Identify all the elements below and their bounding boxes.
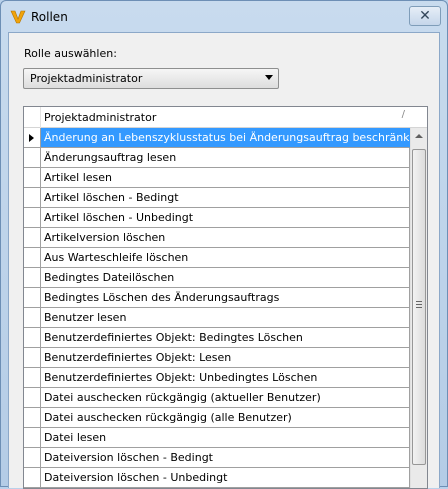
scroll-up-button[interactable]	[411, 128, 427, 145]
role-select-label: Rolle auswählen:	[24, 47, 117, 60]
table-row[interactable]: Artikel lesen	[24, 168, 410, 188]
thumb-grip-icon	[416, 307, 422, 308]
roles-dialog: Rollen ✕ Rolle auswählen: Projektadminis…	[0, 0, 448, 489]
table-row[interactable]: Benutzerdefiniertes Objekt: Unbedingtes …	[24, 368, 410, 388]
chevron-down-icon[interactable]	[265, 75, 273, 80]
table-row[interactable]: Artikel löschen - Unbedingt	[24, 208, 410, 228]
role-dropdown[interactable]: Projektadministrator	[23, 68, 279, 89]
row-selector[interactable]	[24, 148, 41, 168]
close-button[interactable]: ✕	[409, 6, 441, 26]
permission-cell[interactable]: Aus Warteschleife löschen	[41, 248, 410, 268]
row-selector[interactable]	[24, 328, 41, 348]
grid-rows: Änderung an Lebenszyklusstatus bei Änder…	[24, 128, 410, 488]
table-row[interactable]: Datei auschecken rückgängig (alle Benutz…	[24, 408, 410, 428]
thumb-grip-icon	[416, 301, 422, 302]
vault-logo-icon	[10, 10, 26, 24]
dialog-body: Rolle auswählen: Projektadministrator Pr…	[8, 32, 440, 489]
table-row[interactable]: Änderungsauftrag lesen	[24, 148, 410, 168]
row-selector[interactable]	[24, 228, 41, 248]
row-selector[interactable]	[24, 448, 41, 468]
window-title: Rollen	[31, 10, 68, 24]
table-row[interactable]: Artikelversion löschen	[24, 228, 410, 248]
table-row[interactable]: Datei lesen	[24, 428, 410, 448]
sort-icon: /	[401, 109, 405, 120]
permission-cell[interactable]: Bedingtes Dateilöschen	[41, 268, 410, 288]
permission-cell[interactable]: Benutzer lesen	[41, 308, 410, 328]
column-header-role[interactable]: Projektadministrator /	[41, 107, 411, 128]
row-selector[interactable]	[24, 168, 41, 188]
permission-cell[interactable]: Artikel lesen	[41, 168, 410, 188]
current-row-arrow-icon	[29, 134, 34, 142]
row-selector[interactable]	[24, 288, 41, 308]
row-selector[interactable]	[24, 408, 41, 428]
title-bar[interactable]: Rollen ✕	[1, 1, 447, 33]
row-selector[interactable]	[24, 348, 41, 368]
column-header-label: Projektadministrator	[44, 111, 157, 124]
table-row[interactable]: Aus Warteschleife löschen	[24, 248, 410, 268]
row-selector[interactable]	[24, 308, 41, 328]
table-row[interactable]: Benutzer lesen	[24, 308, 410, 328]
row-selector[interactable]	[24, 468, 41, 488]
row-selector[interactable]	[24, 368, 41, 388]
vertical-scrollbar[interactable]	[410, 128, 427, 488]
table-row[interactable]: Datei auschecken rückgängig (aktueller B…	[24, 388, 410, 408]
table-row[interactable]: Artikel löschen - Bedingt	[24, 188, 410, 208]
permission-cell[interactable]: Artikelversion löschen	[41, 228, 410, 248]
scrollbar-thumb[interactable]	[412, 149, 426, 465]
table-row[interactable]: Dateiversion löschen - Unbedingt	[24, 468, 410, 488]
row-selector[interactable]	[24, 428, 41, 448]
permission-cell[interactable]: Dateiversion löschen - Unbedingt	[41, 468, 410, 488]
permission-cell[interactable]: Datei auschecken rückgängig (alle Benutz…	[41, 408, 410, 428]
permission-cell[interactable]: Artikel löschen - Unbedingt	[41, 208, 410, 228]
grid-header: Projektadministrator /	[24, 107, 427, 128]
row-selector[interactable]	[24, 268, 41, 288]
permission-cell[interactable]: Artikel löschen - Bedingt	[41, 188, 410, 208]
row-selector[interactable]	[24, 388, 41, 408]
permission-cell[interactable]: Benutzerdefiniertes Objekt: Unbedingtes …	[41, 368, 410, 388]
permission-cell[interactable]: Bedingtes Löschen des Änderungsauftrags	[41, 288, 410, 308]
permission-cell[interactable]: Dateiversion löschen - Bedingt	[41, 448, 410, 468]
thumb-grip-icon	[416, 304, 422, 305]
role-dropdown-value: Projektadministrator	[30, 72, 143, 85]
row-selector[interactable]	[24, 248, 41, 268]
permission-cell[interactable]: Änderung an Lebenszyklusstatus bei Änder…	[41, 128, 410, 148]
permissions-grid: Projektadministrator / Änderung an Leben…	[23, 106, 428, 489]
permission-cell[interactable]: Benutzerdefiniertes Objekt: Lesen	[41, 348, 410, 368]
table-row[interactable]: Bedingtes Löschen des Änderungsauftrags	[24, 288, 410, 308]
table-row[interactable]: Dateiversion löschen - Bedingt	[24, 448, 410, 468]
permission-cell[interactable]: Datei auschecken rückgängig (aktueller B…	[41, 388, 410, 408]
permission-cell[interactable]: Änderungsauftrag lesen	[41, 148, 410, 168]
row-selector[interactable]	[24, 128, 41, 148]
row-header-corner	[24, 107, 41, 128]
close-icon: ✕	[419, 8, 431, 24]
permission-cell[interactable]: Benutzerdefiniertes Objekt: Bedingtes Lö…	[41, 328, 410, 348]
permission-cell[interactable]: Datei lesen	[41, 428, 410, 448]
row-selector[interactable]	[24, 208, 41, 228]
row-selector[interactable]	[24, 188, 41, 208]
table-row[interactable]: Benutzerdefiniertes Objekt: Bedingtes Lö…	[24, 328, 410, 348]
table-row[interactable]: Bedingtes Dateilöschen	[24, 268, 410, 288]
table-row[interactable]: Änderung an Lebenszyklusstatus bei Änder…	[24, 128, 410, 148]
table-row[interactable]: Benutzerdefiniertes Objekt: Lesen	[24, 348, 410, 368]
